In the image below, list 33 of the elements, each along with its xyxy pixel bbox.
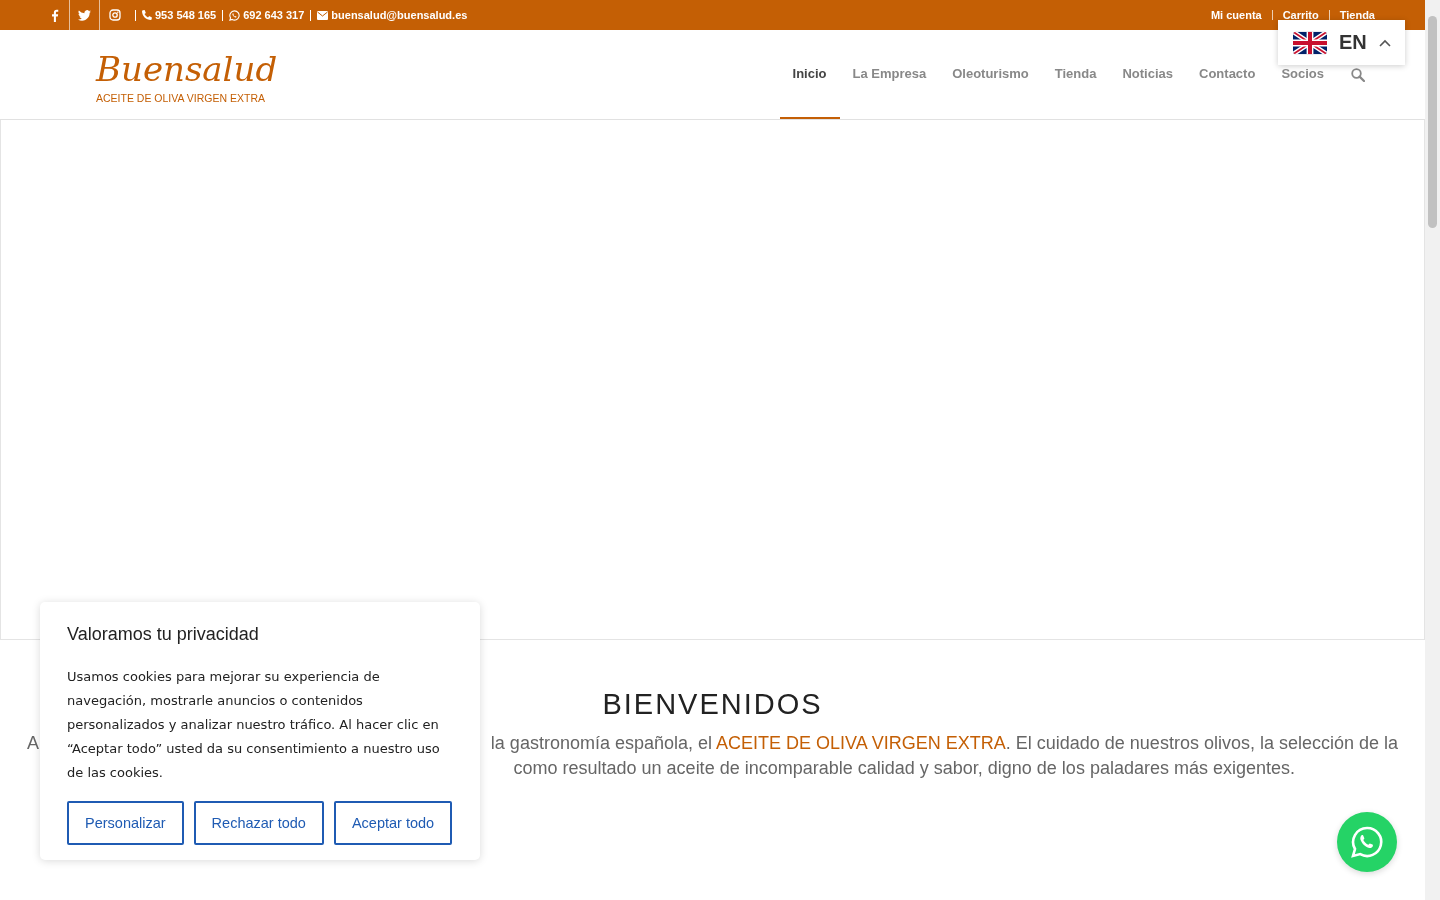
paragraph-fragment: como resultado un aceite de incomparable calidad y sabor, digno de los paladares más exigentes. [513,757,1295,780]
cookie-button[interactable]: Rechazar todo [193,801,324,845]
language-menu[interactable]: EN [1278,20,1405,65]
nav-item[interactable]: Oleoturismo [939,30,1042,119]
section-title: BIENVENIDOS [602,688,823,721]
search-icon[interactable] [1351,67,1365,82]
top-link[interactable]: Tienda [1339,9,1375,21]
contact-text: 692 643 317 [243,9,305,21]
contact-text: 953 548 165 [155,9,217,21]
logo-tagline: ACEITE DE OLIVA VIRGEN EXTRA [96,91,266,104]
nav-item[interactable]: Tienda [1041,30,1110,119]
whatsapp-icon [1349,824,1385,860]
nav-item[interactable]: Contacto [1186,30,1269,119]
phone-icon [142,10,152,20]
nav-item[interactable]: Noticias [1109,30,1187,119]
contact-text: buensalud@buensalud.es [331,9,468,21]
dialog-title: Valoramos tu privacidad [67,624,260,645]
nav-item[interactable]: Inicio [779,30,840,119]
nav-item[interactable]: La Empresa [839,30,940,119]
top-link[interactable]: Carrito [1282,9,1319,21]
logo-wordmark[interactable]: Buensalud [96,45,278,92]
cookie-button[interactable]: Personalizar [67,801,184,845]
whatsapp-icon [229,9,241,21]
top-link[interactable]: Mi cuenta [1210,9,1262,21]
chevron-icon [1378,38,1391,47]
paragraph-fragment: la gastronomía española, el ACEITE DE OLIVA VIRGEN EXTRA. El cuidado de nuestros olivos, la selección de la [490,732,1398,755]
mail-icon [317,10,329,20]
flag-icon [1293,29,1327,56]
paragraph-fragment: A [27,732,39,755]
dialog-text: Usamos cookies para mejorar su experiencia de navegación, mostrarle anuncios o contenidos personalizados y analizar nuestro tráfico. Al hacer clic en “Aceptar todo” usted da su consentimiento a nuestro uso de las cookies. [67,668,441,782]
whatsapp-button[interactable] [1337,812,1397,872]
scrollbar[interactable] [1425,0,1440,900]
cookie-button[interactable]: Aceptar todo [333,801,453,845]
